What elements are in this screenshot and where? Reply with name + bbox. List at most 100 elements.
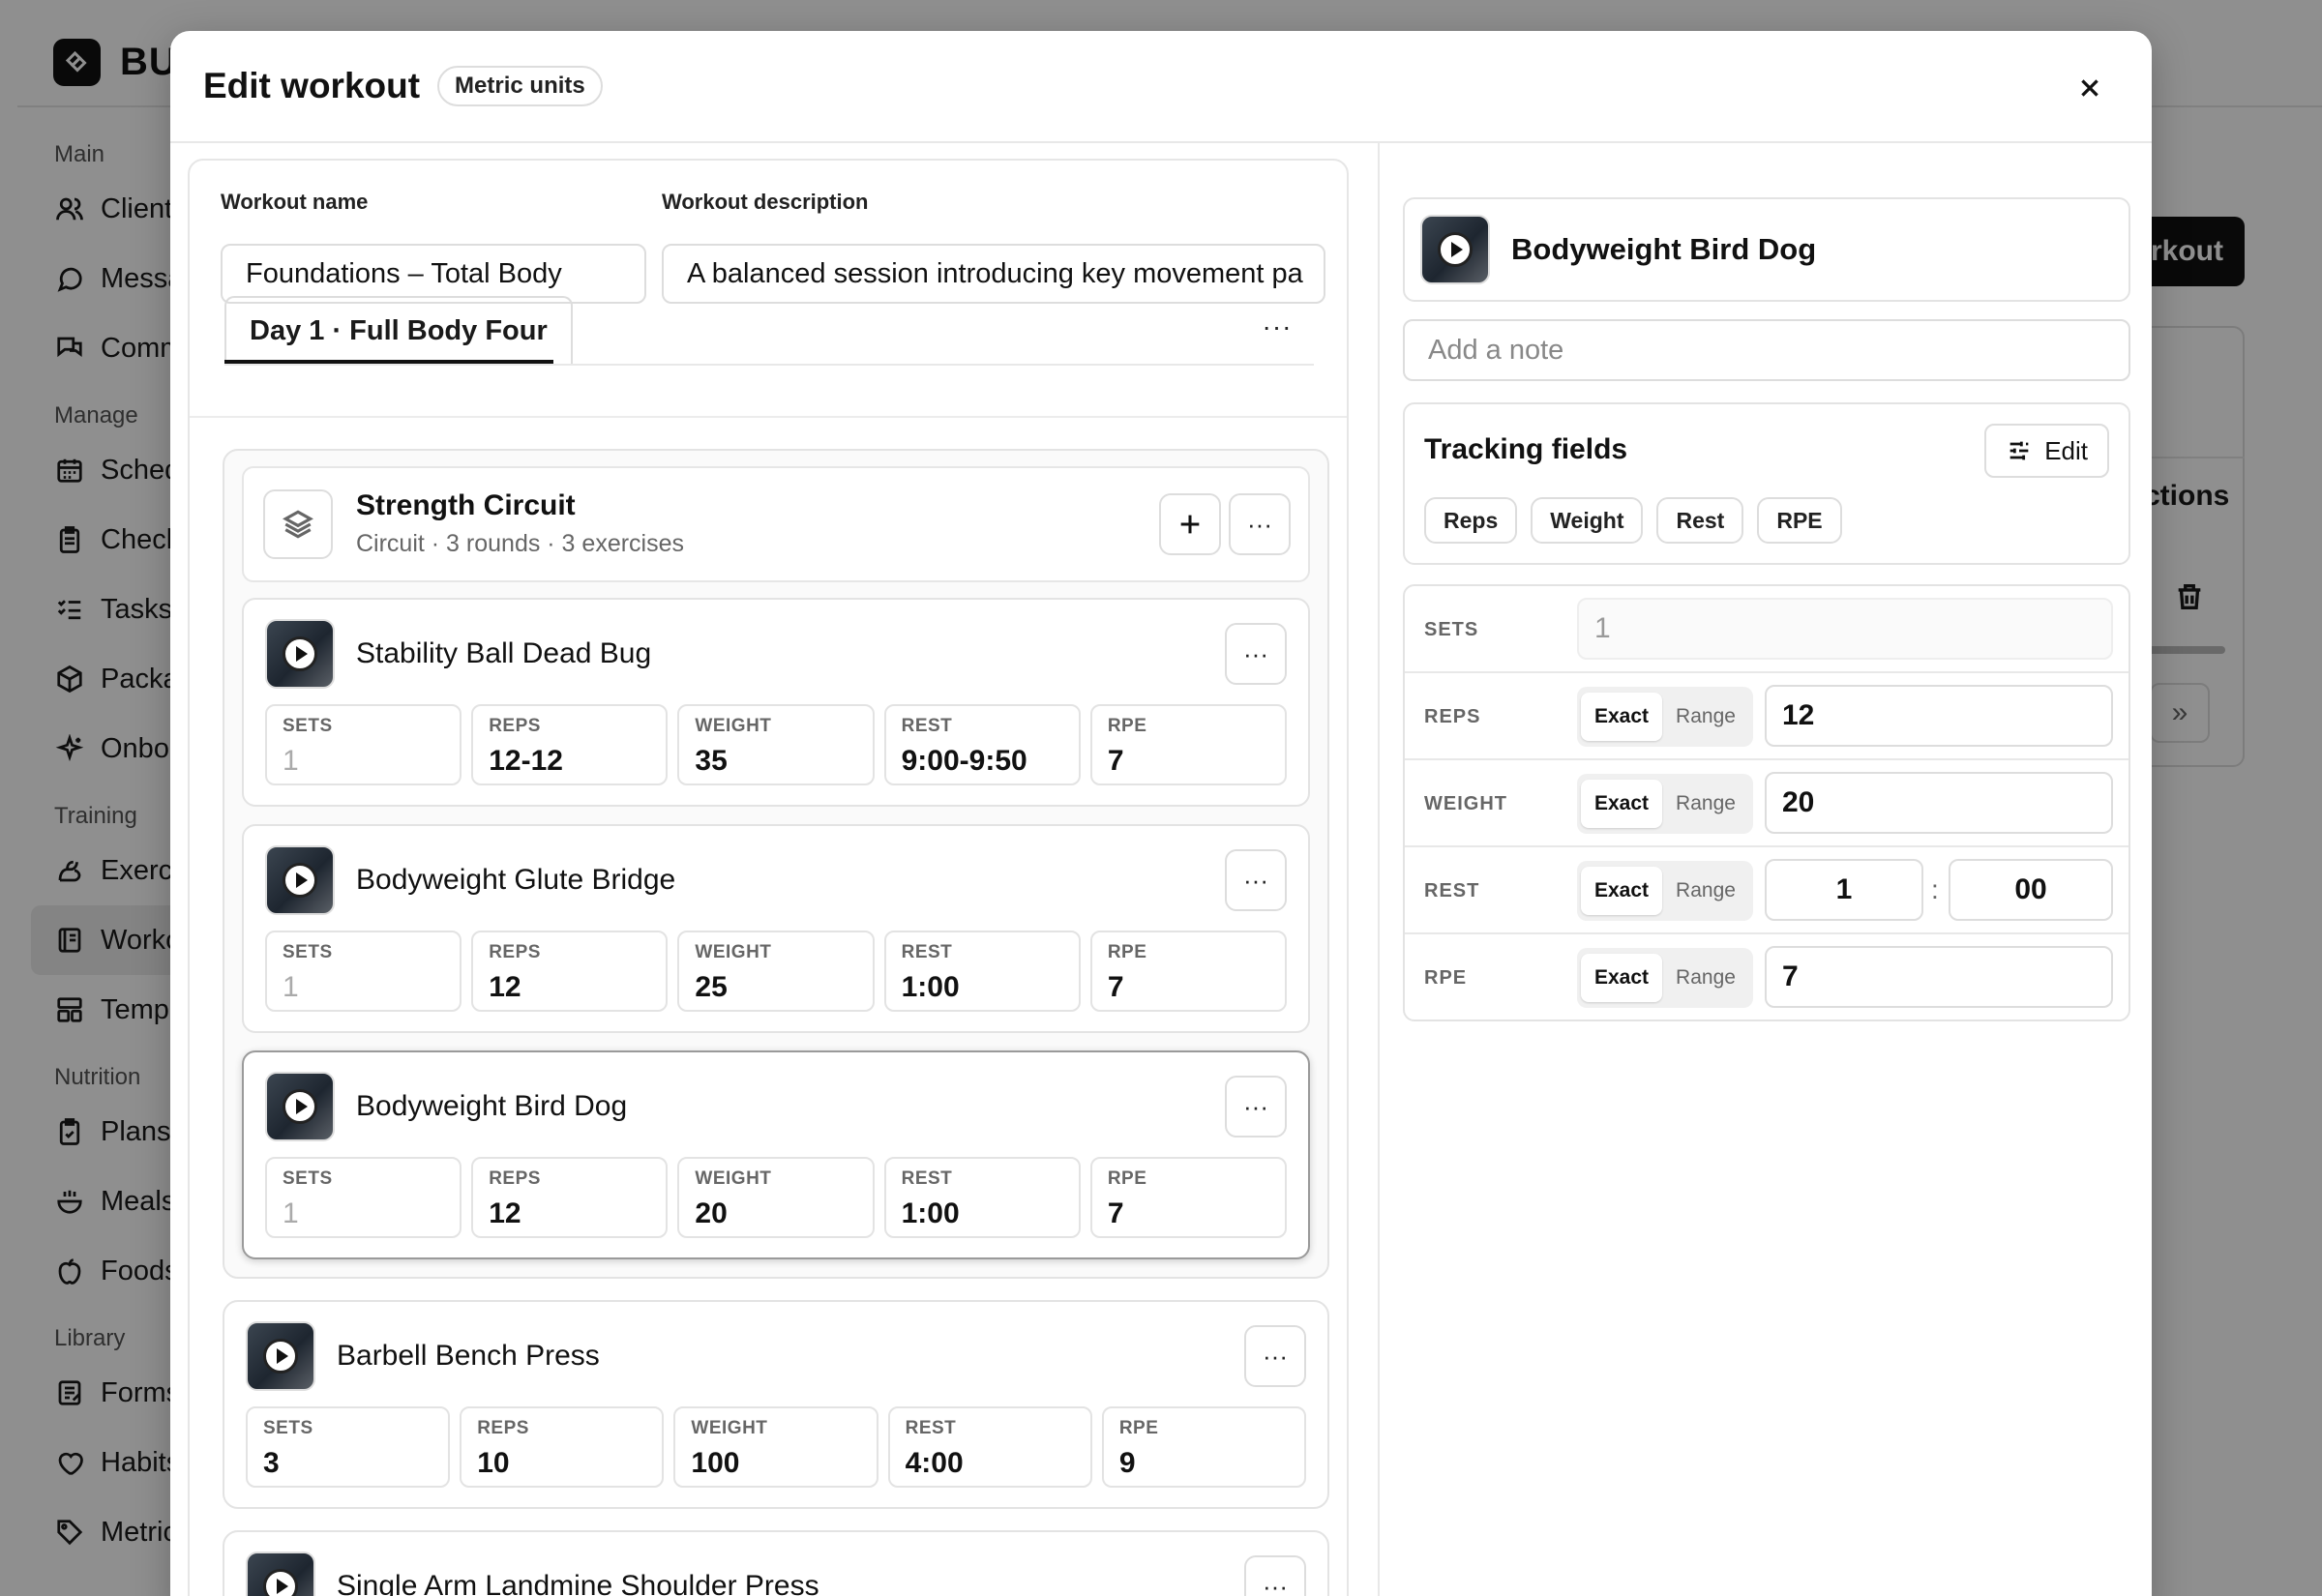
sets-value: 1 xyxy=(283,745,299,777)
sets-input[interactable]: 1 xyxy=(1577,598,2113,660)
tracking-chip-weight[interactable]: Weight xyxy=(1531,497,1644,544)
workout-name-input[interactable]: Foundations – Total Body xyxy=(221,244,646,304)
edit-tracking-fields-button[interactable]: Edit xyxy=(1984,424,2109,478)
weight-exact-option[interactable]: Exact xyxy=(1581,780,1663,828)
reps-field[interactable]: REPS 12 xyxy=(471,931,669,1012)
exercise-thumbnail[interactable] xyxy=(246,1321,315,1391)
sets-row-label: SETS xyxy=(1424,619,1479,640)
sets-label: SETS xyxy=(283,1168,333,1189)
weight-range-option[interactable]: Range xyxy=(1662,780,1749,828)
reps-label: REPS xyxy=(477,1418,529,1438)
exercise-more-button[interactable]: ··· xyxy=(1244,1325,1306,1387)
rest-exact-option[interactable]: Exact xyxy=(1581,867,1663,915)
exercise-card[interactable]: Bodyweight Bird Dog ··· SETS 1 REPS 12 WEIGHT 2… xyxy=(242,1050,1310,1259)
rpe-field[interactable]: RPE 7 xyxy=(1089,704,1288,785)
metric-units-badge: Metric units xyxy=(437,66,603,106)
exercise-thumbnail[interactable] xyxy=(265,845,335,915)
reps-range-option[interactable]: Range xyxy=(1662,693,1749,741)
weight-input[interactable]: 20 xyxy=(1765,772,2113,834)
reps-value: 10 xyxy=(477,1447,510,1479)
workout-editor-panel: Workout name Foundations – Total Body Wo… xyxy=(188,159,1349,1596)
weight-field[interactable]: WEIGHT 35 xyxy=(677,704,875,785)
exercise-fields: SETS 1 REPS 12 WEIGHT 20 REST 1:00 RPE 7 xyxy=(265,1157,1288,1238)
rest-field[interactable]: REST 1:00 xyxy=(883,1157,1081,1238)
play-icon xyxy=(283,1089,317,1124)
rest-range-option[interactable]: Range xyxy=(1662,867,1749,915)
exercise-name: Barbell Bench Press xyxy=(337,1340,600,1372)
rpe-value: 7 xyxy=(1107,971,1124,1003)
sets-row: SETS 1 xyxy=(1405,586,2128,673)
rest-label: REST xyxy=(905,1418,957,1438)
play-icon xyxy=(1438,232,1473,267)
rpe-range-option[interactable]: Range xyxy=(1662,954,1749,1002)
sets-label: SETS xyxy=(283,716,333,736)
weight-field[interactable]: WEIGHT 25 xyxy=(677,931,875,1012)
reps-label: REPS xyxy=(489,942,541,962)
close-button[interactable] xyxy=(2070,69,2109,107)
rpe-value: 7 xyxy=(1107,1197,1124,1229)
exercise-header: Barbell Bench Press ··· xyxy=(246,1321,1306,1391)
circuit-title: Strength Circuit xyxy=(356,489,576,521)
exercise-card[interactable]: Bodyweight Glute Bridge ··· SETS 1 REPS 12 WEI… xyxy=(242,824,1310,1033)
reps-field[interactable]: REPS 10 xyxy=(460,1406,665,1488)
workout-description-input[interactable]: A balanced session introducing key movem… xyxy=(662,244,1325,304)
rpe-mode-toggle: Exact Range xyxy=(1577,948,1753,1008)
sets-field[interactable]: SETS 1 xyxy=(265,704,462,785)
tab-day-1[interactable]: Day 1 · Full Body Four xyxy=(224,296,573,364)
weight-field[interactable]: WEIGHT 100 xyxy=(673,1406,878,1488)
exercise-more-button[interactable]: ··· xyxy=(1225,849,1287,911)
note-input[interactable]: Add a note xyxy=(1403,319,2130,381)
reps-input[interactable]: 12 xyxy=(1765,685,2113,747)
play-icon xyxy=(263,1339,298,1374)
rpe-label: RPE xyxy=(1107,716,1147,736)
selected-exercise-name: Bodyweight Bird Dog xyxy=(1511,232,1817,266)
add-exercise-button[interactable] xyxy=(1159,493,1221,555)
exercise-thumbnail[interactable] xyxy=(246,1552,315,1596)
rest-value: 9:00-9:50 xyxy=(901,745,1027,777)
section-divider xyxy=(190,416,1347,418)
rpe-field[interactable]: RPE 9 xyxy=(1101,1406,1307,1488)
exercise-card[interactable]: Barbell Bench Press ··· SETS 3 REPS 10 WEIGHT 1… xyxy=(223,1300,1329,1509)
exercise-card[interactable]: Single Arm Landmine Shoulder Press ··· xyxy=(223,1530,1329,1596)
exercise-more-button[interactable]: ··· xyxy=(1225,1076,1287,1138)
sets-field[interactable]: SETS 1 xyxy=(265,1157,462,1238)
workout-description-label: Workout description xyxy=(662,190,869,214)
rest-field[interactable]: REST 1:00 xyxy=(883,931,1081,1012)
day-more-button[interactable]: ··· xyxy=(1256,306,1298,348)
rest-field[interactable]: REST 4:00 xyxy=(887,1406,1092,1488)
rpe-exact-option[interactable]: Exact xyxy=(1581,954,1663,1002)
tracking-chip-rest[interactable]: Rest xyxy=(1656,497,1744,544)
rest-field[interactable]: REST 9:00-9:50 xyxy=(883,704,1081,785)
workout-name-label: Workout name xyxy=(221,190,369,214)
exercise-more-button[interactable]: ··· xyxy=(1244,1555,1306,1596)
rest-value: 1:00 xyxy=(901,1197,960,1229)
reps-value: 12 xyxy=(489,1197,521,1229)
sets-field[interactable]: SETS 1 xyxy=(265,931,462,1012)
rpe-field[interactable]: RPE 7 xyxy=(1089,1157,1288,1238)
weight-row: WEIGHT Exact Range 20 xyxy=(1405,760,2128,847)
rest-minutes-input[interactable]: 1 xyxy=(1765,859,1923,921)
rpe-label: RPE xyxy=(1107,1168,1147,1189)
rest-row: REST Exact Range 1 : 00 xyxy=(1405,847,2128,934)
circuit-more-button[interactable]: ··· xyxy=(1229,493,1291,555)
exercise-thumbnail[interactable] xyxy=(1420,215,1490,284)
exercise-detail-panel: Bodyweight Bird Dog Add a note Tracking … xyxy=(1378,143,2152,1596)
sets-field[interactable]: SETS 3 xyxy=(246,1406,451,1488)
exercise-more-button[interactable]: ··· xyxy=(1225,623,1287,685)
rest-seconds-input[interactable]: 00 xyxy=(1949,859,2113,921)
tracking-fields-title: Tracking fields xyxy=(1424,433,1628,465)
tracking-chip-rpe[interactable]: RPE xyxy=(1757,497,1842,544)
exercise-thumbnail[interactable] xyxy=(265,619,335,689)
rpe-field[interactable]: RPE 7 xyxy=(1089,931,1288,1012)
exercise-header: Bodyweight Glute Bridge ··· xyxy=(265,845,1287,915)
rpe-input[interactable]: 7 xyxy=(1765,946,2113,1008)
exercise-thumbnail[interactable] xyxy=(265,1072,335,1141)
reps-field[interactable]: REPS 12 xyxy=(471,1157,669,1238)
play-icon xyxy=(283,863,317,898)
reps-field[interactable]: REPS 12-12 xyxy=(471,704,669,785)
weight-label: WEIGHT xyxy=(695,942,772,962)
reps-exact-option[interactable]: Exact xyxy=(1581,693,1663,741)
exercise-card[interactable]: Stability Ball Dead Bug ··· SETS 1 REPS 12-12… xyxy=(242,598,1310,807)
tracking-chip-reps[interactable]: Reps xyxy=(1424,497,1518,544)
weight-field[interactable]: WEIGHT 20 xyxy=(677,1157,875,1238)
